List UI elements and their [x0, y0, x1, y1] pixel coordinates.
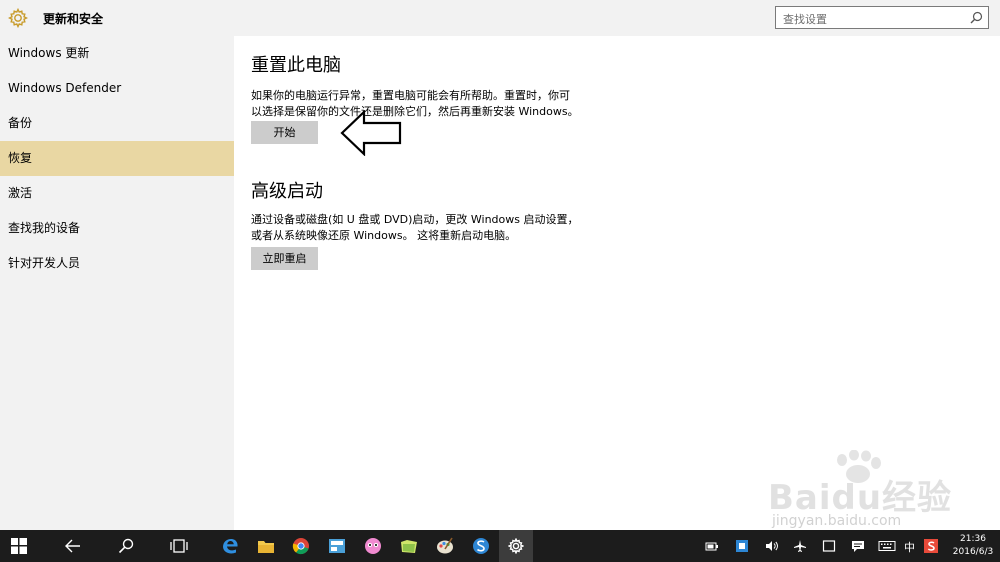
windows-start-icon: [11, 538, 27, 554]
back-button[interactable]: [56, 530, 90, 562]
cortana-search-icon: [118, 538, 134, 554]
action-center-tray-icon[interactable]: [851, 540, 865, 552]
network-app-tray-icon[interactable]: [735, 540, 749, 552]
taskbar: 中 21:36 2016/6/3: [0, 530, 1000, 562]
search-placeholder: 查找设置: [783, 13, 827, 26]
reset-desc-line1: 如果你的电脑运行异常，重置电脑可能会有所帮助。重置时，你可: [251, 89, 570, 102]
file-explorer-taskbar-button[interactable]: [249, 530, 283, 562]
title-bar: 更新和安全 查找设置: [0, 0, 1000, 36]
app-icon: [329, 539, 345, 553]
start-button[interactable]: [2, 530, 36, 562]
sidebar-item-windows-update[interactable]: Windows 更新: [0, 36, 234, 71]
app-taskbar-button[interactable]: [320, 530, 354, 562]
advanced-startup-description: 通过设备或磁盘(如 U 盘或 DVD)启动，更改 Windows 启动设置， 或…: [251, 212, 586, 244]
restart-now-button[interactable]: 立即重启: [251, 247, 318, 270]
arrow-left-annotation: [340, 110, 402, 156]
task-view-icon: [170, 539, 188, 553]
volume-tray-icon[interactable]: [765, 540, 779, 552]
sogou-taskbar-button[interactable]: [464, 530, 498, 562]
folder-taskbar-button[interactable]: [392, 530, 426, 562]
sidebar-item-windows-defender[interactable]: Windows Defender: [0, 71, 234, 106]
advanced-startup-title: 高级启动: [251, 181, 323, 202]
main-content: 重置此电脑 如果你的电脑运行异常，重置电脑可能会有所帮助。重置时，你可 以选择是…: [234, 36, 1000, 530]
sogou-ime-tray-icon[interactable]: [924, 539, 938, 553]
folder-icon: [401, 540, 417, 553]
clock-time: 21:36: [960, 534, 986, 544]
chrome-icon: [292, 538, 309, 555]
sidebar-item-activation[interactable]: 激活: [0, 176, 234, 211]
sidebar-item-recovery[interactable]: 恢复: [0, 141, 234, 176]
gear-icon: [8, 8, 28, 28]
edge-icon: [223, 538, 238, 554]
sidebar-item-for-developers[interactable]: 针对开发人员: [0, 246, 234, 281]
cortana-search-button[interactable]: [109, 530, 143, 562]
clock-date: 2016/6/3: [952, 547, 994, 557]
advanced-desc-line2: 或者从系统映像还原 Windows。 这将重新启动电脑。: [251, 229, 517, 242]
page-title: 更新和安全: [43, 12, 104, 26]
task-view-button[interactable]: [162, 530, 196, 562]
keyboard-tray-icon[interactable]: [878, 540, 896, 552]
back-icon: [65, 539, 80, 553]
settings-icon: [508, 538, 524, 554]
edge-taskbar-button[interactable]: [213, 530, 247, 562]
file-explorer-icon: [258, 541, 274, 553]
battery-tray-icon[interactable]: [705, 540, 719, 552]
tablet-mode-tray-icon[interactable]: [822, 540, 836, 552]
sidebar-item-find-my-device[interactable]: 查找我的设备: [0, 211, 234, 246]
reset-pc-description: 如果你的电脑运行异常，重置电脑可能会有所帮助。重置时，你可 以选择是保留你的文件…: [251, 88, 586, 120]
qq-pet-taskbar-button[interactable]: [356, 530, 390, 562]
paint-taskbar-button[interactable]: [428, 530, 462, 562]
advanced-desc-line1: 通过设备或磁盘(如 U 盘或 DVD)启动，更改 Windows 启动设置，: [251, 213, 579, 226]
qq-pet-icon: [365, 538, 381, 554]
sogou-icon: [473, 538, 489, 554]
settings-taskbar-button[interactable]: [499, 530, 533, 562]
ime-indicator[interactable]: 中: [904, 539, 915, 555]
search-input[interactable]: 查找设置: [775, 6, 989, 29]
reset-pc-title: 重置此电脑: [251, 55, 341, 76]
sidebar: Windows 更新 Windows Defender 备份 恢复 激活 查找我…: [0, 36, 234, 530]
clock[interactable]: 21:36 2016/6/3: [950, 533, 996, 559]
reset-desc-line2: 以选择是保留你的文件还是删除它们，然后再重新安装 Windows。: [251, 105, 579, 118]
paint-icon: [437, 537, 453, 554]
airplane-mode-tray-icon[interactable]: [793, 540, 807, 552]
search-icon[interactable]: [970, 11, 983, 24]
chrome-taskbar-button[interactable]: [284, 530, 318, 562]
sidebar-item-backup[interactable]: 备份: [0, 106, 234, 141]
get-started-button[interactable]: 开始: [251, 121, 318, 144]
